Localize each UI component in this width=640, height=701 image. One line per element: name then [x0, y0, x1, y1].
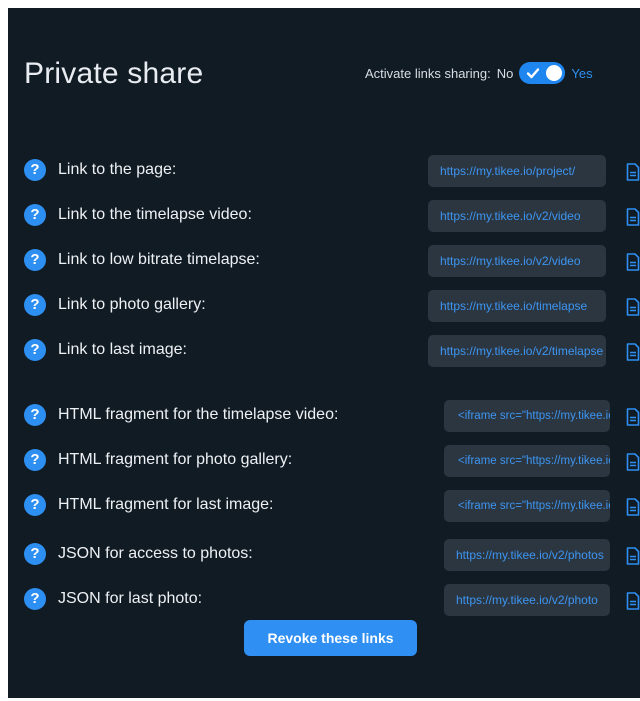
share-row-html-last-image: ? HTML fragment for last image: <iframe …	[24, 490, 640, 522]
share-row-page-link: ? Link to the page: https://my.tikee.io/…	[24, 155, 640, 187]
row-label: Link to the timelapse video:	[58, 206, 252, 223]
copy-document-icon[interactable]	[626, 343, 640, 361]
sharing-on-label: Yes	[571, 65, 593, 81]
question-circle-icon[interactable]: ?	[24, 404, 46, 426]
row-label: JSON for access to photos:	[58, 545, 253, 562]
question-circle-icon[interactable]: ?	[24, 249, 46, 271]
copy-document-icon[interactable]	[626, 547, 640, 565]
row-label: Link to the page:	[58, 161, 177, 178]
url-field[interactable]: https://my.tikee.io/v2/timelapse	[428, 335, 606, 367]
json-url-field[interactable]: https://my.tikee.io/v2/photos	[444, 539, 610, 571]
row-label: HTML fragment for the timelapse video:	[58, 406, 339, 423]
copy-document-icon[interactable]	[626, 408, 640, 426]
row-label: Link to low bitrate timelapse:	[58, 251, 260, 268]
json-url-field[interactable]: https://my.tikee.io/v2/photo	[444, 584, 610, 616]
page-title: Private share	[24, 57, 204, 90]
toggle-knob	[546, 65, 563, 81]
sharing-label: Activate links sharing:	[365, 65, 491, 81]
question-circle-icon[interactable]: ?	[24, 449, 46, 471]
question-circle-icon[interactable]: ?	[24, 494, 46, 516]
question-circle-icon[interactable]: ?	[24, 204, 46, 226]
row-label: HTML fragment for photo gallery:	[58, 451, 293, 468]
copy-document-icon[interactable]	[626, 253, 640, 271]
row-label: HTML fragment for last image:	[58, 496, 274, 513]
url-field[interactable]: https://my.tikee.io/v2/video	[428, 200, 606, 232]
question-circle-icon[interactable]: ?	[24, 588, 46, 610]
row-label: Link to photo gallery:	[58, 296, 206, 313]
links-sharing-control: Activate links sharing: No Yes	[365, 62, 593, 84]
share-row-photo-gallery: ? Link to photo gallery: https://my.tike…	[24, 290, 640, 322]
question-circle-icon[interactable]: ?	[24, 159, 46, 181]
private-share-panel: Private share Activate links sharing: No…	[8, 8, 640, 698]
sharing-toggle[interactable]	[519, 62, 566, 84]
share-row-html-gallery: ? HTML fragment for photo gallery: <ifra…	[24, 445, 640, 477]
copy-document-icon[interactable]	[626, 298, 640, 316]
copy-document-icon[interactable]	[626, 498, 640, 516]
revoke-links-button[interactable]: Revoke these links	[244, 620, 417, 656]
share-row-timelapse-video: ? Link to the timelapse video: https://m…	[24, 200, 640, 232]
check-icon	[527, 68, 540, 79]
url-field[interactable]: https://my.tikee.io/timelapse	[428, 290, 606, 322]
question-circle-icon[interactable]: ?	[24, 339, 46, 361]
sharing-off-label: No	[496, 65, 514, 81]
question-circle-icon[interactable]: ?	[24, 543, 46, 565]
share-row-json-last-photo: ? JSON for last photo: https://my.tikee.…	[24, 584, 640, 616]
share-row-html-video: ? HTML fragment for the timelapse video:…	[24, 400, 640, 432]
html-fragment-field[interactable]: <iframe src="https://my.tikee.io	[444, 400, 610, 432]
url-field[interactable]: https://my.tikee.io/v2/video	[428, 245, 606, 277]
share-row-json-photos: ? JSON for access to photos: https://my.…	[24, 539, 640, 571]
share-row-low-bitrate: ? Link to low bitrate timelapse: https:/…	[24, 245, 640, 277]
row-label: Link to last image:	[58, 341, 187, 358]
url-field[interactable]: https://my.tikee.io/project/	[428, 155, 606, 187]
row-label: JSON for last photo:	[58, 590, 203, 607]
copy-document-icon[interactable]	[626, 453, 640, 471]
copy-document-icon[interactable]	[626, 592, 640, 610]
html-fragment-field[interactable]: <iframe src="https://my.tikee.io	[444, 490, 610, 522]
copy-document-icon[interactable]	[626, 208, 640, 226]
question-circle-icon[interactable]: ?	[24, 294, 46, 316]
share-row-last-image: ? Link to last image: https://my.tikee.i…	[24, 335, 640, 367]
copy-document-icon[interactable]	[626, 163, 640, 181]
html-fragment-field[interactable]: <iframe src="https://my.tikee.io	[444, 445, 610, 477]
